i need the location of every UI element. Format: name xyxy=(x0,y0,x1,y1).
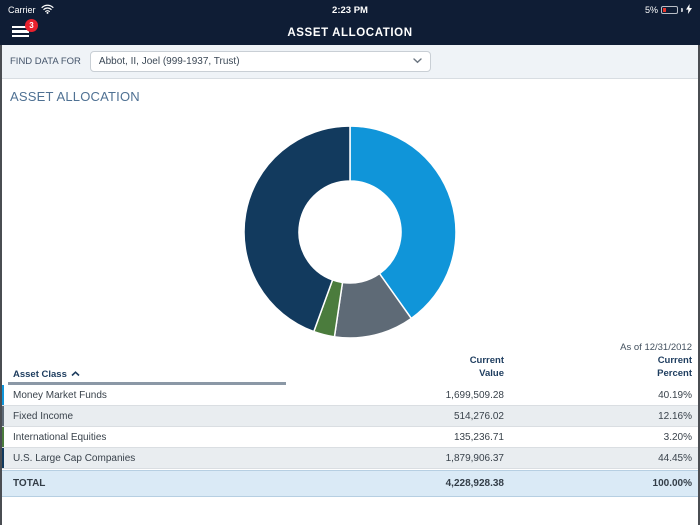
sort-ascending-icon xyxy=(71,369,80,380)
notification-badge: 3 xyxy=(25,19,38,32)
total-label: TOTAL xyxy=(0,478,324,489)
current-value-cell: 1,879,906.37 xyxy=(324,453,504,464)
total-percent-cell: 100.00% xyxy=(504,478,700,489)
app-screen: Carrier 2:23 PM 5% 3 xyxy=(0,0,700,525)
column-header-current-percent[interactable]: Current Percent xyxy=(504,355,700,380)
current-value-cell: 1,699,509.28 xyxy=(324,390,504,401)
sorted-column-underline xyxy=(8,382,286,385)
nav-bar: 3 ASSET ALLOCATION xyxy=(0,20,700,45)
asset-class-cell: Fixed Income xyxy=(4,411,324,422)
hamburger-menu-button[interactable]: 3 xyxy=(12,26,30,40)
screen-left-edge xyxy=(0,45,2,525)
current-percent-cell: 3.20% xyxy=(504,432,700,443)
charging-bolt-icon xyxy=(686,4,692,16)
table-row: Fixed Income 514,276.02 12.16% xyxy=(0,406,700,427)
battery-icon xyxy=(661,6,678,15)
column-header-asset-class[interactable]: Asset Class xyxy=(0,369,324,380)
column-header-current-value[interactable]: Current Value xyxy=(324,355,504,380)
as-of-date: As of 12/31/2012 xyxy=(0,342,700,353)
total-value-cell: 4,228,928.38 xyxy=(324,478,504,489)
battery-nub xyxy=(681,8,683,12)
clock: 2:23 PM xyxy=(0,5,700,16)
find-data-label: FIND DATA FOR xyxy=(10,56,81,67)
current-value-cell: 514,276.02 xyxy=(324,411,504,422)
asset-class-cell: Money Market Funds xyxy=(4,390,324,401)
wifi-icon xyxy=(41,4,54,16)
client-selector-dropdown[interactable]: Abbot, II, Joel (999-1937, Trust) xyxy=(90,51,431,72)
battery-percent: 5% xyxy=(645,5,658,15)
page-title: ASSET ALLOCATION xyxy=(0,27,700,39)
chevron-down-icon xyxy=(413,56,422,67)
table-row: U.S. Large Cap Companies 1,879,906.37 44… xyxy=(0,448,700,469)
find-data-bar: FIND DATA FOR Abbot, II, Joel (999-1937,… xyxy=(0,45,700,79)
asset-class-cell: U.S. Large Cap Companies xyxy=(4,453,324,464)
chart-container xyxy=(0,124,700,340)
asset-class-cell: International Equities xyxy=(4,432,324,443)
selected-client: Abbot, II, Joel (999-1937, Trust) xyxy=(99,56,240,67)
table-row: Money Market Funds 1,699,509.28 40.19% xyxy=(0,385,700,406)
current-percent-cell: 12.16% xyxy=(504,411,700,422)
donut-chart xyxy=(242,124,458,340)
current-percent-cell: 40.19% xyxy=(504,390,700,401)
section-title: ASSET ALLOCATION xyxy=(0,79,700,104)
carrier-label: Carrier xyxy=(8,5,36,15)
table-row: International Equities 135,236.71 3.20% xyxy=(0,427,700,448)
table-total-row: TOTAL 4,228,928.38 100.00% xyxy=(0,470,700,497)
current-value-cell: 135,236.71 xyxy=(324,432,504,443)
table-header: Asset Class Current Value Current Percen… xyxy=(0,353,700,385)
current-percent-cell: 44.45% xyxy=(504,453,700,464)
status-bar: Carrier 2:23 PM 5% xyxy=(0,0,700,20)
